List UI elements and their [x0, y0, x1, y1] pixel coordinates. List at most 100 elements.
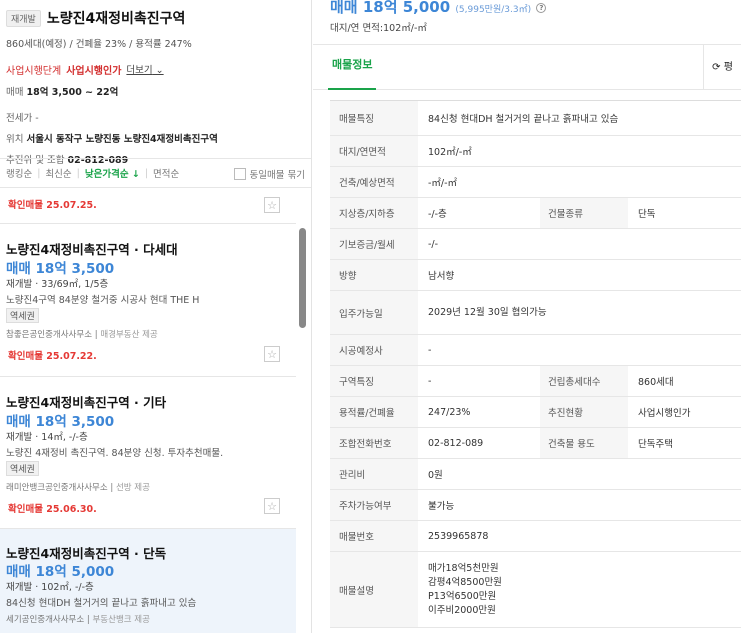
sale-value: 18억 3,500 ~ 22억 [26, 87, 119, 98]
row-label-2: 건물종류 [540, 198, 628, 228]
row-label: 시공예정사 [330, 335, 418, 365]
app-root: 재개발 노량진4재정비촉진구역 860세대(예정) / 건폐율 23% / 용적… [0, 0, 741, 633]
row-value: - [428, 375, 432, 387]
complex-summary: 재개발 노량진4재정비촉진구역 860세대(예정) / 건폐율 23% / 용적… [0, 0, 311, 166]
row-label: 매물특징 [330, 101, 418, 135]
row-label: 용적률/건폐율 [330, 397, 418, 427]
agency-source: 매경부동산 제공 [100, 330, 158, 340]
tab-listing-info[interactable]: 매물정보 [328, 45, 377, 90]
favorite-icon[interactable]: ☆ [264, 197, 280, 213]
favorite-icon[interactable]: ☆ [264, 498, 280, 514]
listing-name: 노량진4재정비촉진구역 · 기타 [6, 395, 167, 410]
confirmed-badge: 확인매물 25.06.30. [8, 504, 97, 515]
group-label: 동일매물 묶기 [249, 170, 305, 181]
list-item[interactable]: 노량진4재정비촉진구역 · 다세대 매매 18억 3,500 재개발 · 33/… [0, 224, 296, 377]
sort-low-price[interactable]: 낮은가격순 ↓ [85, 166, 140, 180]
jeonse-label: 전세가 [6, 113, 33, 124]
jeonse-value: - [35, 113, 39, 124]
detail-row: 매물특징 84신청 현대DH 철거거의 끝나고 흙파내고 있슴 [330, 101, 741, 136]
row-value: -/- [428, 238, 439, 250]
location-value: 서울시 동작구 노량진동 노량진4재정비촉진구역 [26, 134, 218, 145]
stage-row: 사업시행단계 사업시행인가 더보기 ⌄ [6, 62, 305, 77]
list-item[interactable]: 노량진4재정비촉진구역 · 단독 매매 18억 5,000 재개발 · 102㎡… [0, 529, 296, 633]
sort-divider: | [76, 167, 80, 179]
listing-price: 매매 18억 3,500 [6, 261, 115, 277]
detail-row: 시공예정사 - [330, 335, 741, 366]
detail-tabbar: 매물정보 ⟳ 평 [313, 44, 741, 90]
detail-row: 입주가능일 2029년 12월 30일 협의가능 [330, 291, 741, 335]
sort-latest[interactable]: 최신순 [45, 166, 71, 180]
price-per-area: (5,995만원/3.3㎡) [455, 5, 532, 15]
row-label: 관리비 [330, 459, 418, 489]
listing-name: 노량진4재정비촉진구역 · 다세대 [6, 242, 178, 257]
listing-description: 노량진 4재정비 촉진구역. 84분양 신청. 투자추천매물. [6, 448, 224, 459]
row-value: - [428, 344, 432, 356]
detail-row: 건축/예상면적 -㎡/-㎡ [330, 167, 741, 198]
row-label: 매물설명 [330, 552, 418, 627]
scrollbar-thumb[interactable] [299, 228, 306, 328]
sort-ranking[interactable]: 랭킹순 [6, 166, 32, 180]
row-label-2: 추진현황 [540, 397, 628, 427]
listing-agency: 래미안뱅크공인중개사사무소 | 선방 제공 [6, 483, 150, 493]
row-value: 84신청 현대DH 철거거의 끝나고 흙파내고 있슴 [428, 114, 619, 125]
confirmed-badge: 확인매물 25.07.22. [8, 351, 97, 362]
location-label: 위치 [6, 134, 24, 145]
jeonse-row: 전세가 - [6, 110, 305, 124]
refresh-icon: ⟳ [712, 62, 721, 73]
area-line: 대지/연 면적:102㎡/-㎡ [330, 23, 427, 34]
row-value: 불가능 [428, 501, 455, 512]
row-value: -/-층 [428, 209, 447, 220]
listing-tag: 역세권 [6, 461, 39, 476]
unit-toggle-button[interactable]: ⟳ 평 [703, 45, 741, 90]
row-label: 조합전화번호 [330, 428, 418, 458]
more-link[interactable]: 더보기 ⌄ [126, 62, 163, 77]
row-label: 건축/예상면적 [330, 167, 418, 197]
more-label: 더보기 [126, 65, 153, 76]
complex-title: 노량진4재정비촉진구역 [46, 11, 186, 27]
list-item[interactable]: 확인매물 25.07.25. ☆ [0, 189, 296, 224]
row-label: 주차가능여부 [330, 490, 418, 520]
type-badge: 재개발 [6, 9, 41, 27]
complex-title-row: 재개발 노량진4재정비촉진구역 [6, 8, 305, 28]
listing-spec: 재개발 · 102㎡, -/-층 [6, 582, 94, 593]
checkbox-icon[interactable] [233, 168, 246, 180]
listing-spec: 재개발 · 33/69㎡, 1/5층 [6, 279, 109, 290]
row-label-2: 건립총세대수 [540, 366, 628, 396]
row-label: 구역특징 [330, 366, 418, 396]
row-label: 매물번호 [330, 521, 418, 551]
row-value: 매가18억5천만원 감평4억8500만원 P13억6500만원 이주비2000만… [428, 562, 502, 616]
location-row: 위치 서울시 동작구 노량진동 노량진4재정비촉진구역 [6, 131, 305, 145]
listing-price: 매매 18억 3,500 [6, 414, 115, 430]
detail-row: 지상층/지하층 -/-층 건물종류 단독 [330, 198, 741, 229]
group-same-listings-toggle[interactable]: 동일매물 묶기 [233, 167, 305, 181]
listing-panel: 재개발 노량진4재정비촉진구역 860세대(예정) / 건폐율 23% / 용적… [0, 0, 312, 633]
sort-area[interactable]: 면적순 [153, 166, 179, 180]
favorite-icon[interactable]: ☆ [264, 346, 280, 362]
row-label: 입주가능일 [330, 291, 418, 334]
detail-row: 관리비 0원 [330, 459, 741, 490]
complex-subinfo: 860세대(예정) / 건폐율 23% / 용적률 247% [6, 39, 192, 50]
info-icon[interactable]: ? [536, 2, 547, 13]
detail-row: 구역특징 - 건립총세대수 860세대 [330, 366, 741, 397]
row-value: 2029년 12월 30일 협의가능 [428, 306, 547, 318]
detail-row: 기보증금/월세 -/- [330, 229, 741, 260]
stage-value: 사업시행인가 [66, 66, 122, 77]
agency-source: 부동산뱅크 제공 [92, 615, 150, 625]
row-value-2: 사업시행인가 [638, 408, 691, 419]
sale-price-row: 매매 18억 3,500 ~ 22억 [6, 84, 305, 98]
listing-list: 확인매물 25.07.25. ☆ 노량진4재정비촉진구역 · 다세대 매매 18… [0, 189, 296, 633]
listing-tag: 역세권 [6, 308, 39, 323]
chevron-down-icon: ⌄ [152, 65, 164, 76]
row-label: 방향 [330, 260, 418, 290]
listing-agency: 참좋은공인중개사사무소 | 매경부동산 제공 [6, 330, 158, 340]
row-value-2: 단독 [638, 209, 656, 220]
detail-price: 매매 18억 5,000 [330, 0, 451, 16]
row-label-2: 건축물 용도 [540, 428, 628, 458]
agency-source: 선방 제공 [115, 483, 150, 493]
detail-table: 매물특징 84신청 현대DH 철거거의 끝나고 흙파내고 있슴 대지/연면적 1… [330, 100, 741, 628]
detail-row: 방향 남서향 [330, 260, 741, 291]
detail-row: 매물번호 2539965878 [330, 521, 741, 552]
detail-price-header: 매매 18억 5,000 (5,995만원/3.3㎡) ? [330, 0, 547, 17]
detail-row: 용적률/건폐율 247/23% 추진현황 사업시행인가 [330, 397, 741, 428]
list-item[interactable]: 노량진4재정비촉진구역 · 기타 매매 18억 3,500 재개발 · 14㎡,… [0, 377, 296, 529]
